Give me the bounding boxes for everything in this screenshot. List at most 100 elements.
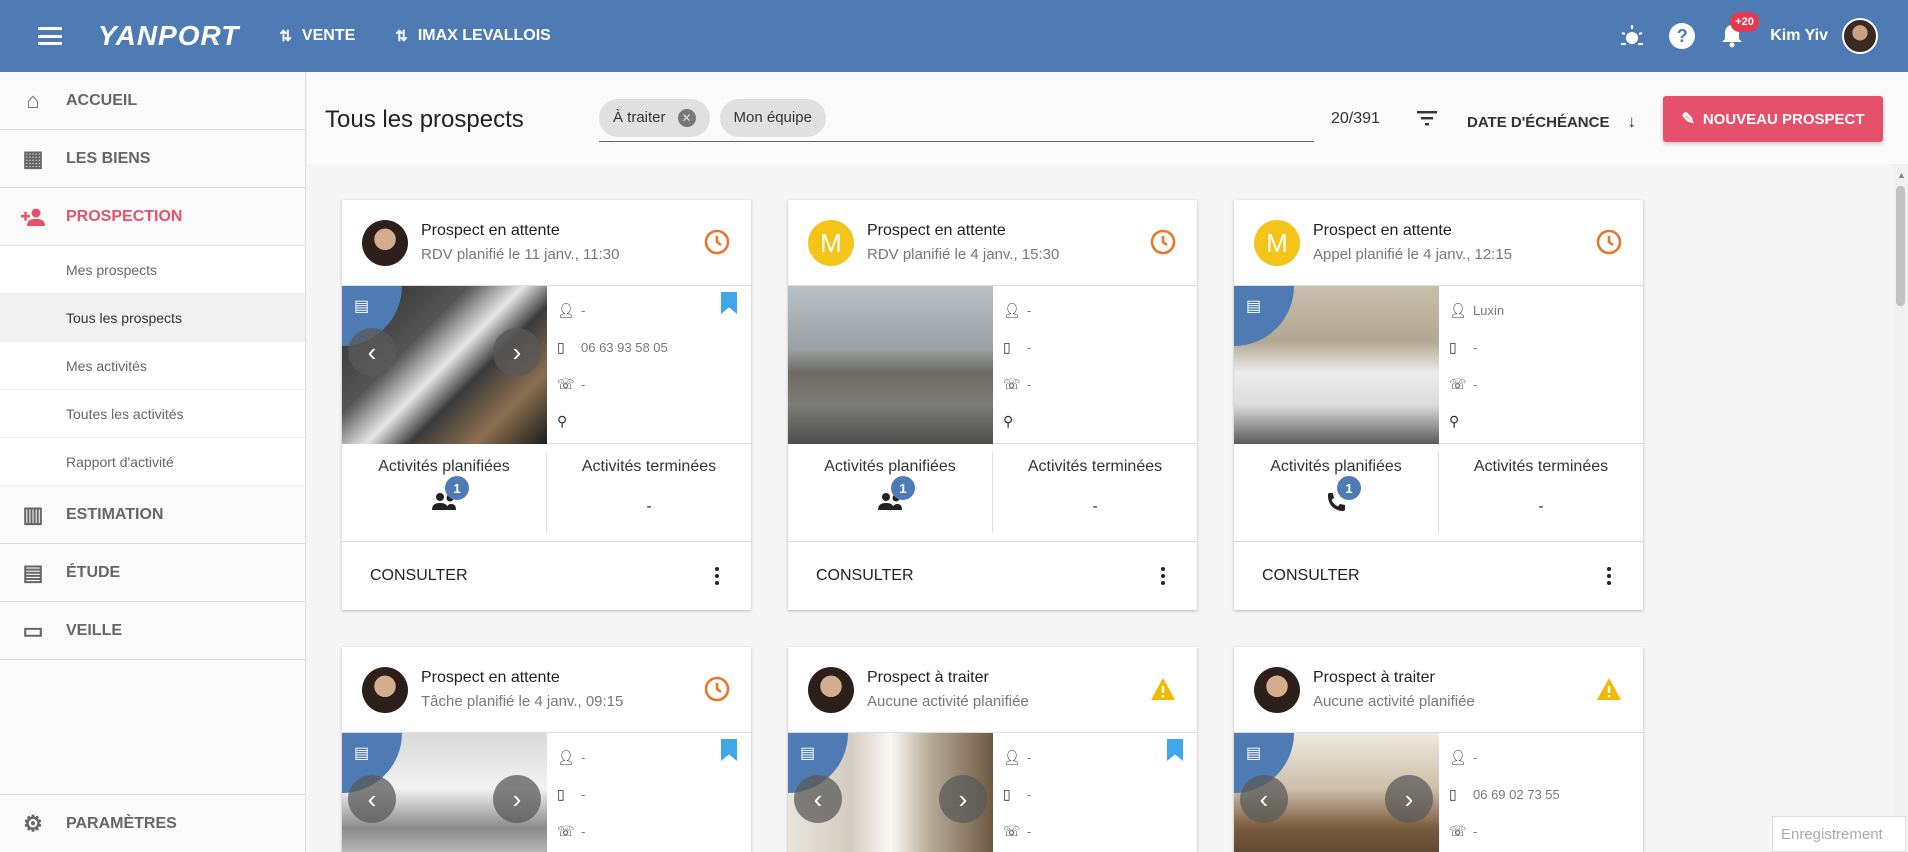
clock-icon [704,229,730,255]
done-label: Activités terminées [1027,458,1163,475]
scroll-thumb[interactable] [1896,186,1905,306]
swap-icon: ⇅ [279,28,292,45]
card-title: Prospect en attente [421,669,560,686]
phone-icon: ☏ [1003,376,1021,392]
property-photo[interactable]: ▤ ‹ › [342,286,547,444]
help-icon[interactable]: ? [1668,22,1696,50]
new-prospect-label: NOUVEAU PROSPECT [1702,110,1865,128]
filter-chip-a-traiter[interactable]: À traiter ✕ [599,98,710,137]
property-photo[interactable]: ▤ ‹ › [342,733,547,852]
user-name[interactable]: Kim Yiv [1770,27,1828,45]
home-icon: ⌂ [26,87,40,113]
avatar[interactable] [1254,667,1300,713]
notifications-icon[interactable]: +20 [1718,12,1759,50]
sidebar-sub-rapport[interactable]: Rapport d'activité [0,438,305,486]
consult-button[interactable]: CONSULTER [1262,567,1360,585]
sidebar-item-prospection[interactable]: PROSPECTION [0,188,305,246]
card-subtitle: Tâche planifié le 4 janv., 09:15 [421,693,624,710]
sidebar-item-accueil[interactable]: ⌂ ACCUEIL [0,72,305,130]
more-vert-icon[interactable] [1157,563,1169,589]
card-title: Prospect à traiter [1313,669,1435,686]
avatar[interactable] [362,667,408,713]
avatar[interactable] [808,667,854,713]
filter-icon[interactable] [1415,108,1439,128]
buildings-icon: ▦ [22,145,44,171]
close-icon[interactable]: ✕ [677,108,696,127]
user-avatar[interactable] [1842,18,1878,54]
sidebar-item-label: ÉTUDE [66,563,121,581]
chevron-right-icon[interactable]: › [939,775,987,823]
more-vert-icon[interactable] [711,563,723,589]
chevron-right-icon[interactable]: › [1385,775,1433,823]
contact-mobile: - [1027,787,1032,802]
brightness-icon[interactable] [1618,22,1646,50]
person-icon: 👤︎ [1003,302,1021,318]
property-photo[interactable]: ▤ ‹ › [1234,733,1439,852]
property-photo[interactable]: ▤ [1234,286,1439,444]
person-icon: 👤︎ [1003,749,1021,765]
sidebar-item-estimation[interactable]: ▥ ESTIMATION [0,486,305,544]
avatar[interactable]: M [1254,220,1300,266]
filter-bar[interactable]: À traiter ✕ Mon équipe [599,94,1314,142]
chevron-right-icon[interactable]: › [493,775,541,823]
chevron-right-icon[interactable]: › [493,328,541,376]
phone-call-icon[interactable]: 1 [1321,476,1361,514]
sidebar-item-veille[interactable]: ▭ VEILLE [0,602,305,660]
page-title: Tous les prospects [325,106,524,133]
scrollbar[interactable]: ▲ [1893,164,1908,852]
done-value: - [646,498,652,515]
sort-button[interactable]: DATE D'ÉCHÉANCE ↓ [1467,112,1636,132]
main-header: Tous les prospects À traiter ✕ Mon équip… [307,72,1908,164]
sidebar-item-label: PROSPECTION [66,207,183,225]
card-subtitle: Aucune activité planifiée [1313,693,1475,710]
done-value: - [1538,498,1544,515]
property-photo[interactable] [788,286,993,444]
app-logo[interactable]: YANPORT [98,20,239,52]
nav-agency[interactable]: ⇅ IMAX LEVALLOIS [395,27,551,45]
consult-button[interactable]: CONSULTER [816,567,914,585]
person-add-icon [0,207,66,227]
card-subtitle: Appel planifié le 4 janv., 12:15 [1313,246,1513,263]
sidebar-item-label: PARAMÈTRES [66,814,177,832]
chevron-left-icon[interactable]: ‹ [794,775,842,823]
consult-button[interactable]: CONSULTER [370,567,468,585]
location-pin-icon: ⚲ [557,413,568,429]
top-bar: YANPORT ⇅ VENTE ⇅ IMAX LEVALLOIS ? +20 K… [0,0,1908,72]
new-prospect-button[interactable]: ✎ NOUVEAU PROSPECT [1663,96,1883,142]
nav-vente[interactable]: ⇅ VENTE [279,27,355,45]
chevron-left-icon[interactable]: ‹ [348,328,396,376]
sidebar-item-label: ACCUEIL [66,91,138,109]
sidebar-item-etude[interactable]: ▤ ÉTUDE [0,544,305,602]
contact-name: - [581,750,586,765]
mobile-icon: ▯ [1449,339,1457,355]
warning-icon [1597,678,1621,700]
contact-name: Luxin [1473,303,1505,318]
sidebar-item-parametres[interactable]: ⚙ PARAMÈTRES [0,794,305,852]
card-title: Prospect en attente [421,222,560,239]
avatar[interactable]: M [808,220,854,266]
sidebar-sub-tous-prospects[interactable]: Tous les prospects [0,294,305,342]
cast-icon: ▭ [22,617,44,643]
menu-icon[interactable] [38,27,62,45]
sidebar-sub-mes-activites[interactable]: Mes activités [0,342,305,390]
done-label: Activités terminées [581,458,717,475]
filter-chip-mon-equipe[interactable]: Mon équipe [719,98,826,137]
property-photo[interactable]: ▤ ‹ › [788,733,993,852]
sidebar-item-biens[interactable]: ▦ LES BIENS [0,130,305,188]
meeting-icon[interactable]: 1 [429,476,469,514]
contact-mobile: - [1473,340,1478,355]
person-icon: 👤︎ [557,302,575,318]
location-pin-icon: ⚲ [1449,413,1460,429]
sidebar-sub-toutes-activites[interactable]: Toutes les activités [0,390,305,438]
chevron-left-icon[interactable]: ‹ [348,775,396,823]
clock-icon [704,676,730,702]
card-title: Prospect en attente [867,222,1006,239]
chevron-left-icon[interactable]: ‹ [1240,775,1288,823]
scroll-up-icon[interactable]: ▲ [1897,170,1906,180]
more-vert-icon[interactable] [1603,563,1615,589]
meeting-icon[interactable]: 1 [875,476,915,514]
sidebar-sub-mes-prospects[interactable]: Mes prospects [0,246,305,294]
prospect-card: M Prospect en attente RDV planifié le 4 … [788,200,1197,610]
avatar[interactable] [362,220,408,266]
contact-mobile: 06 63 93 58 05 [581,340,668,355]
